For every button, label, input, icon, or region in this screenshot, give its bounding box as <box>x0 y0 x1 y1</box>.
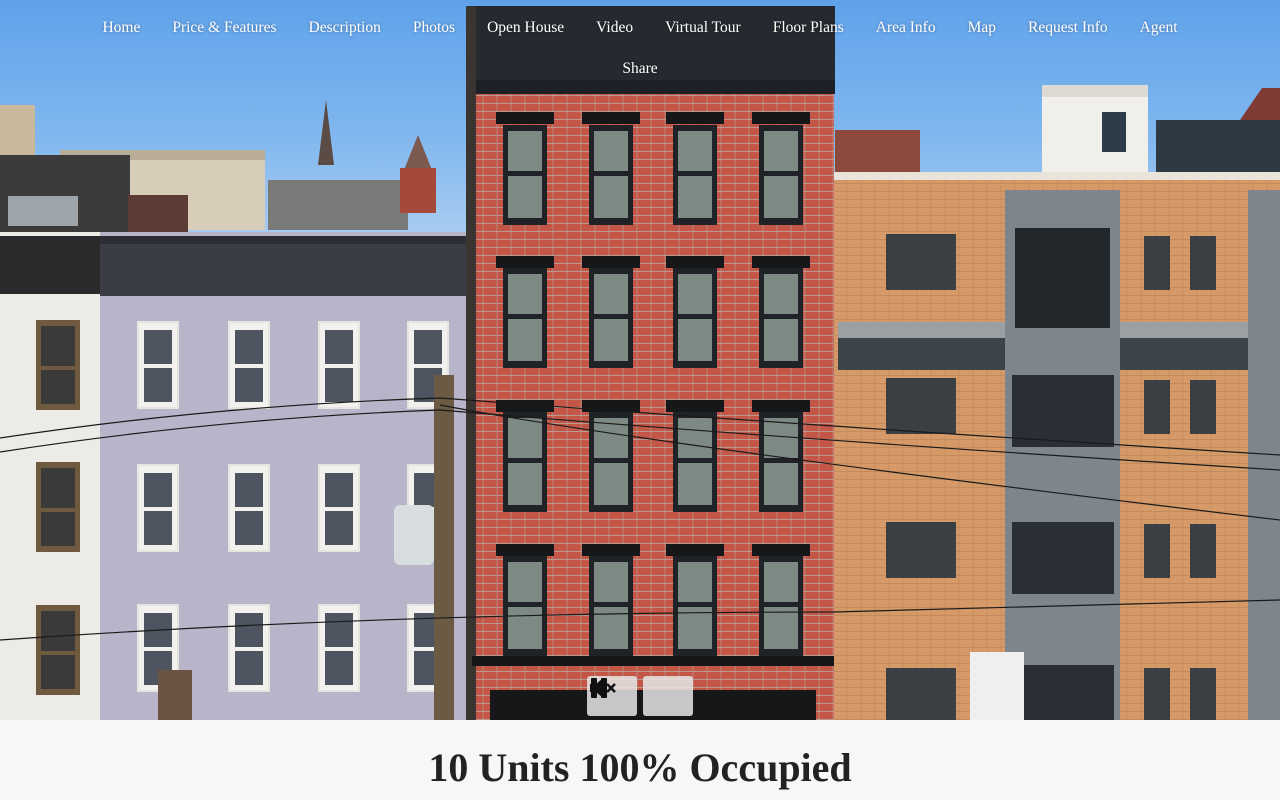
pause-icon <box>591 678 607 698</box>
pause-button[interactable] <box>591 676 693 716</box>
property-headline: 10 Units 100% Occupied <box>428 745 852 790</box>
nav-area-info-link[interactable]: Area Info <box>860 16 952 40</box>
nav-video-link[interactable]: Video <box>580 16 649 40</box>
nav-virtual-tour-link[interactable]: Virtual Tour <box>649 16 757 40</box>
nav-description-link[interactable]: Description <box>293 16 397 40</box>
nav-row-secondary: Share <box>0 57 1280 81</box>
nav-row-primary: Home Price & Features Description Photos… <box>0 16 1280 40</box>
nav-map-link[interactable]: Map <box>952 16 1012 40</box>
video-controls <box>587 676 693 716</box>
building-facade-image <box>0 6 1280 720</box>
nav-price-features-link[interactable]: Price & Features <box>156 16 292 40</box>
nav-home-link[interactable]: Home <box>86 16 156 40</box>
nav-agent-link[interactable]: Agent <box>1124 16 1194 40</box>
hero-video[interactable]: Home Price & Features Description Photos… <box>0 0 1280 720</box>
nav-request-info-link[interactable]: Request Info <box>1012 16 1124 40</box>
nav-open-house-link[interactable]: Open House <box>471 16 580 40</box>
main-navigation: Home Price & Features Description Photos… <box>0 16 1280 81</box>
nav-share-link[interactable]: Share <box>606 57 673 81</box>
nav-photos-link[interactable]: Photos <box>397 16 471 40</box>
nav-floor-plans-link[interactable]: Floor Plans <box>757 16 860 40</box>
